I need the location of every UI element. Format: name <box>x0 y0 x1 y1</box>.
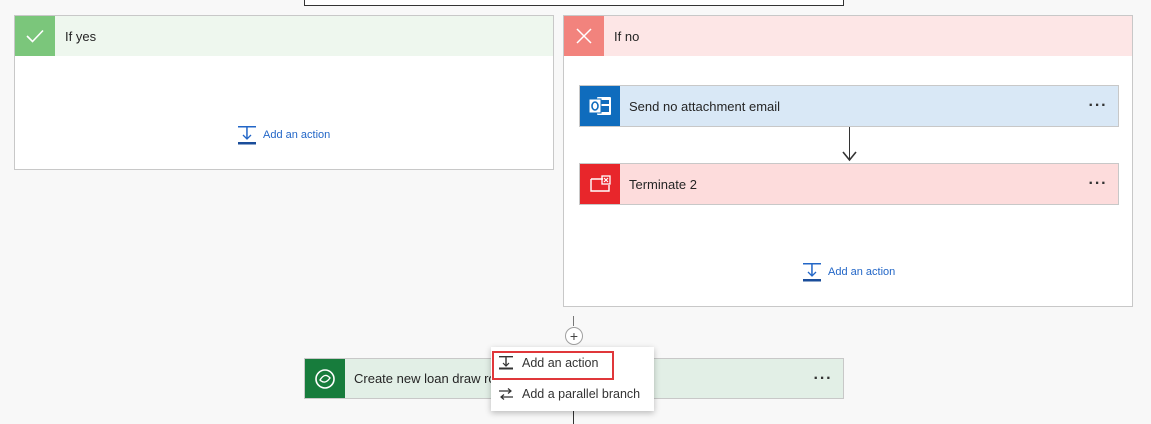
add-action-button-yes[interactable]: Add an action <box>237 125 330 145</box>
branch-title-yes: If yes <box>65 28 97 44</box>
branch-header-no[interactable]: If no <box>564 16 1132 56</box>
parallel-branch-icon <box>499 387 513 400</box>
arrow-down-icon <box>842 151 857 162</box>
add-action-label-no: Add an action <box>828 266 896 278</box>
more-options-button[interactable]: ··· <box>1078 175 1118 193</box>
action-title-terminate: Terminate 2 <box>629 176 697 192</box>
branch-header-yes[interactable]: If yes <box>15 16 553 56</box>
add-action-icon <box>803 263 821 282</box>
menu-item-add-parallel-branch[interactable]: Add a parallel branch <box>491 378 654 409</box>
branch-if-no: If no Send no attachment email ··· Termi… <box>563 15 1133 307</box>
close-icon <box>564 16 604 56</box>
dataverse-icon <box>305 359 345 398</box>
menu-item-label: Add a parallel branch <box>522 386 641 401</box>
action-title-send-email: Send no attachment email <box>629 98 781 114</box>
more-options-button[interactable]: ··· <box>803 370 843 388</box>
flow-connector <box>573 316 574 326</box>
action-card-terminate[interactable]: Terminate 2 ··· <box>579 163 1119 205</box>
terminate-icon <box>580 164 620 204</box>
add-action-icon <box>238 126 256 145</box>
branch-if-yes: If yes Add an action <box>14 15 554 170</box>
plus-icon: + <box>569 328 579 344</box>
add-action-button-no[interactable]: Add an action <box>802 262 895 282</box>
checkmark-icon <box>15 16 55 56</box>
highlight-box <box>492 351 614 380</box>
insert-step-button[interactable]: + <box>565 327 583 345</box>
outlook-icon <box>580 86 620 126</box>
previous-step-card[interactable] <box>304 0 844 6</box>
action-card-send-email[interactable]: Send no attachment email ··· <box>579 85 1119 127</box>
add-action-label-yes: Add an action <box>263 129 331 141</box>
branch-title-no: If no <box>614 28 640 44</box>
more-options-button[interactable]: ··· <box>1078 97 1118 115</box>
